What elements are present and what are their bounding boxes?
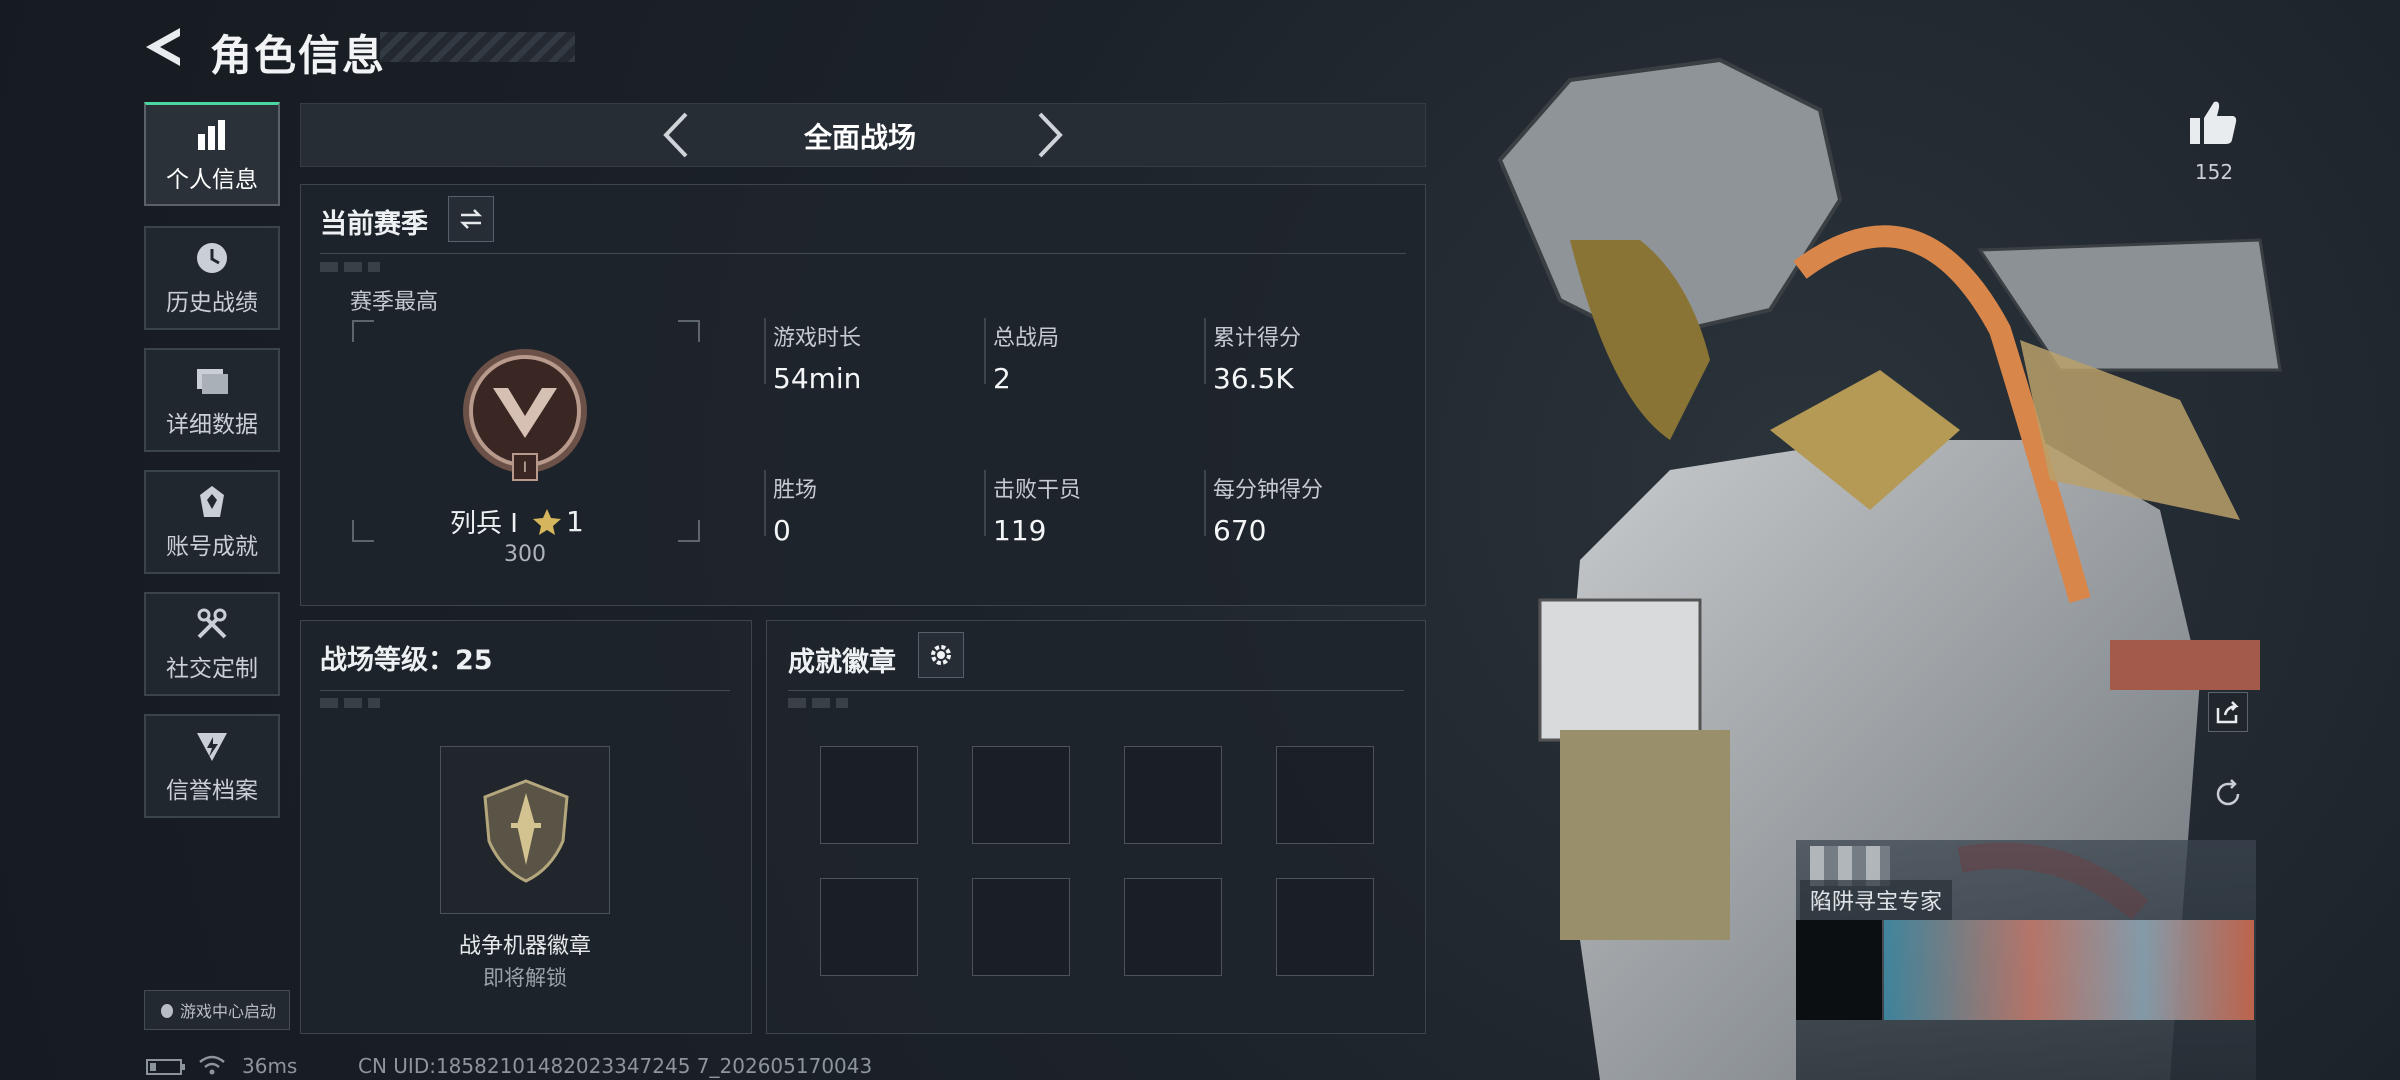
- like-count: 152: [2194, 160, 2234, 184]
- achievement-badges-title: 成就徽章: [788, 647, 896, 678]
- divider: [320, 253, 1406, 254]
- battlefield-badge-frame[interactable]: [440, 746, 610, 914]
- stat-value-kills: 119: [993, 514, 1047, 547]
- game-center-label: 游戏中心启动: [179, 1002, 276, 1021]
- sidebar-item-label: 个人信息: [166, 166, 258, 193]
- sidebar-item-history[interactable]: 历史战绩: [144, 226, 280, 330]
- stat-value-total-score: 36.5K: [1213, 362, 1294, 395]
- stat-label-kills: 击败干员: [993, 478, 1082, 503]
- badge-slot[interactable]: [972, 878, 1070, 976]
- badge-status: 即将解锁: [483, 966, 567, 990]
- frame-corner: [678, 520, 700, 542]
- badge-name: 战争机器徽章: [458, 934, 591, 959]
- back-arrow-icon[interactable]: [140, 24, 186, 70]
- stat-divider: [1204, 318, 1206, 384]
- achievement-icon: [200, 486, 224, 517]
- penguin-icon: [160, 1004, 173, 1018]
- page-title: 角色信息: [210, 31, 387, 80]
- frame-corner: [352, 320, 374, 342]
- badge-slot[interactable]: [1276, 746, 1374, 844]
- stat-divider: [764, 470, 766, 536]
- divider: [320, 690, 730, 691]
- rank-badge-text: I: [522, 460, 528, 476]
- stat-label-total-matches: 总战局: [993, 326, 1060, 351]
- sidebar-item-detailed-data[interactable]: 详细数据: [144, 348, 280, 452]
- decoration-lines: [320, 262, 380, 272]
- title-decoration: [380, 32, 575, 62]
- badge-slot[interactable]: [1276, 878, 1374, 976]
- rank-name: 列兵 I: [450, 509, 518, 539]
- badge-settings-button[interactable]: [918, 632, 964, 678]
- season-title: 当前赛季: [320, 209, 428, 240]
- divider: [788, 690, 1404, 691]
- sidebar-item-label: 社交定制: [166, 656, 258, 682]
- chevron-left-icon[interactable]: [656, 108, 696, 162]
- history-icon: [197, 243, 227, 273]
- mode-label: 全面战场: [803, 121, 916, 154]
- rank-row: 列兵 I 1: [450, 503, 584, 540]
- star-icon: [532, 508, 561, 535]
- overlay-dark-block: [1796, 920, 1882, 1020]
- battery-icon: [146, 1059, 185, 1075]
- stat-value-wins: 0: [773, 514, 791, 547]
- badge-slot[interactable]: [820, 878, 918, 976]
- sidebar-item-reputation[interactable]: 信誉档案: [144, 714, 280, 818]
- decoration-lines: [320, 698, 380, 708]
- wifi-icon: [199, 1055, 225, 1075]
- switch-season-button[interactable]: [448, 196, 494, 242]
- season-best-label: 赛季最高: [350, 290, 439, 315]
- chevron-right-icon[interactable]: [1030, 108, 1070, 162]
- badge-slot[interactable]: [972, 746, 1070, 844]
- share-icon: [2216, 701, 2239, 724]
- stat-value-total-matches: 2: [993, 362, 1011, 395]
- swap-icon: [459, 209, 483, 229]
- folder-icon: [197, 369, 228, 394]
- sidebar-item-social-customization[interactable]: 社交定制: [144, 592, 280, 696]
- badge-slot[interactable]: [820, 746, 918, 844]
- rank-points: 300: [504, 542, 546, 567]
- badge-slot[interactable]: [1124, 746, 1222, 844]
- frame-corner: [352, 520, 374, 542]
- stat-divider: [984, 470, 986, 536]
- stat-label-play-time: 游戏时长: [773, 326, 862, 351]
- decoration-lines: [788, 698, 848, 708]
- stat-divider: [1204, 470, 1206, 536]
- thumbs-up-icon[interactable]: [2188, 98, 2238, 146]
- sidebar-item-label: 历史战绩: [166, 290, 258, 316]
- rank-star-count: 1: [565, 505, 584, 538]
- stat-label-wins: 胜场: [773, 478, 818, 503]
- ping-text: 36ms: [242, 1054, 298, 1078]
- badge-slot[interactable]: [1124, 878, 1222, 976]
- stat-divider: [764, 318, 766, 384]
- frame-corner: [678, 320, 700, 342]
- rank-stars: 1: [532, 505, 584, 538]
- sidebar-item-personal-info[interactable]: 个人信息: [144, 102, 280, 206]
- share-button[interactable]: [2208, 692, 2248, 732]
- sidebar-item-label: 详细数据: [166, 412, 258, 438]
- war-machine-badge-icon: [483, 779, 569, 883]
- reputation-icon: [197, 733, 227, 761]
- sidebar-item-label: 信誉档案: [166, 778, 258, 804]
- bar-chart-icon: [198, 119, 225, 150]
- stat-value-play-time: 54min: [773, 362, 862, 395]
- gear-icon: [931, 645, 951, 665]
- uid-text: CN UID:18582101482023347245 7_2026051700…: [358, 1054, 873, 1078]
- sidebar-item-label: 账号成就: [166, 534, 258, 560]
- overlay-scene-image: [1884, 920, 2254, 1020]
- stat-label-score-per-minute: 每分钟得分: [1213, 478, 1324, 503]
- tools-icon: [197, 608, 227, 639]
- game-center-button[interactable]: 游戏中心启动: [144, 990, 290, 1030]
- overlay-title: 陷阱寻宝专家: [1800, 880, 1953, 920]
- stat-label-total-score: 累计得分: [1213, 326, 1302, 351]
- rotate-icon[interactable]: [2212, 778, 2244, 810]
- stat-value-score-per-minute: 670: [1213, 514, 1267, 547]
- sidebar-item-account-achievements[interactable]: 账号成就: [144, 470, 280, 574]
- stat-divider: [984, 318, 986, 384]
- battlefield-level-title: 战场等级：25: [320, 645, 493, 676]
